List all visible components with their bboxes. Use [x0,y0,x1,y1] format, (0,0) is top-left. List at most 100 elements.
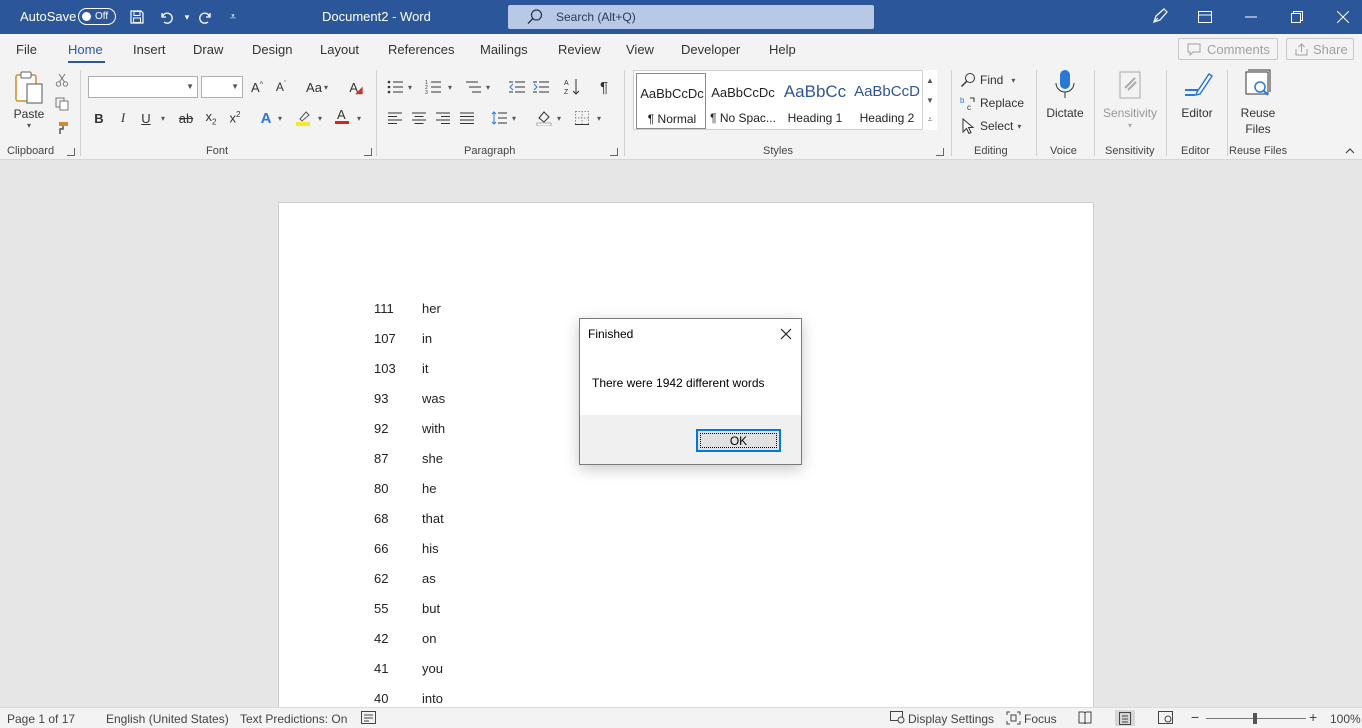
undo-dropdown-icon[interactable]: ▾ [177,7,197,27]
show-formatting-icon[interactable]: ¶ [594,77,614,97]
multilevel-list-icon[interactable] [463,77,483,97]
style-heading-2[interactable]: AaBbCcD Heading 2 [852,73,922,129]
comments-button[interactable]: Comments [1178,38,1278,60]
font-color-dropdown-icon[interactable]: ▾ [352,108,364,128]
shading-dropdown-icon[interactable]: ▾ [552,108,564,128]
shading-icon[interactable] [534,108,554,128]
subscript-icon[interactable]: x2 [201,108,221,128]
borders-icon[interactable] [572,108,592,128]
focus-label[interactable]: Focus [1024,712,1057,726]
undo-icon[interactable] [156,7,176,27]
paste-button[interactable]: Paste ▾ [11,70,47,130]
zoom-slider-thumb[interactable] [1253,713,1257,724]
bold-icon[interactable]: B [89,108,109,128]
font-size-combo[interactable]: ▼ [201,76,243,98]
customize-qat-icon[interactable]: ⩡ [223,7,243,27]
dictate-button[interactable]: Dictate [1042,68,1088,121]
style-normal[interactable]: AaBbCcDc ¶ Normal [636,73,706,129]
scroll-up-icon[interactable]: ▲ [923,70,937,90]
decrease-indent-icon[interactable] [507,77,527,97]
style-no-spacing[interactable]: AaBbCcDc ¶ No Spac... [708,73,778,129]
autosave-toggle[interactable]: Off [78,8,116,25]
print-layout-icon[interactable] [1115,710,1135,726]
tab-insert[interactable]: Insert [133,42,166,57]
tab-file[interactable]: File [16,42,37,57]
page-count[interactable]: Page 1 of 17 [7,712,75,726]
grow-font-icon[interactable]: A^ [248,77,266,97]
focus-icon[interactable] [1006,711,1021,728]
restore-button[interactable] [1274,0,1320,34]
font-launcher-icon[interactable] [364,148,372,156]
line-spacing-icon[interactable] [489,108,509,128]
tab-layout[interactable]: Layout [320,42,359,57]
search-input[interactable]: Search (Alt+Q) [508,5,874,29]
numbering-dropdown-icon[interactable]: ▾ [443,77,455,97]
text-effects-dropdown-icon[interactable]: ▾ [273,108,285,128]
read-mode-icon[interactable] [1078,711,1092,727]
font-color-icon[interactable]: A [332,106,352,126]
share-button[interactable]: Share [1286,38,1354,60]
accessibility-icon[interactable] [361,711,376,727]
italic-icon[interactable]: I [113,108,133,128]
ok-button[interactable]: OK [696,429,781,452]
superscript-icon[interactable]: x2 [225,108,245,128]
underline-icon[interactable]: U [136,108,156,128]
copy-icon[interactable] [52,94,72,114]
bullets-dropdown-icon[interactable]: ▾ [403,77,415,97]
format-painter-icon[interactable] [52,118,72,138]
underline-dropdown-icon[interactable]: ▾ [156,108,168,128]
numbering-icon[interactable]: 123 [423,77,443,97]
tab-references[interactable]: References [388,42,454,57]
styles-launcher-icon[interactable] [936,148,944,156]
highlight-icon[interactable] [293,108,313,128]
multilevel-dropdown-icon[interactable]: ▾ [481,77,493,97]
web-layout-icon[interactable] [1158,711,1173,727]
zoom-in-icon[interactable]: + [1309,709,1317,725]
tab-help[interactable]: Help [769,42,796,57]
tab-review[interactable]: Review [558,42,601,57]
font-name-combo[interactable]: ▼ [88,76,198,98]
borders-dropdown-icon[interactable]: ▾ [592,108,604,128]
align-center-icon[interactable] [409,108,429,128]
strikethrough-icon[interactable]: ab [176,108,196,128]
justify-icon[interactable] [457,108,477,128]
scroll-down-icon[interactable]: ▼ [923,90,937,110]
change-case-button[interactable]: Aa ▾ [302,77,332,97]
shrink-font-icon[interactable]: Aˇ [272,77,290,97]
tab-developer[interactable]: Developer [681,42,740,57]
cut-icon[interactable] [52,70,72,90]
language-indicator[interactable]: English (United States) [106,712,229,726]
display-settings-icon[interactable] [890,711,905,727]
close-window-button[interactable] [1320,0,1362,34]
highlight-dropdown-icon[interactable]: ▾ [313,108,325,128]
tab-draw[interactable]: Draw [193,42,223,57]
style-heading-1[interactable]: AaBbCc Heading 1 [780,73,850,129]
reuse-files-button[interactable]: Reuse Files [1232,68,1284,137]
increase-indent-icon[interactable] [531,77,551,97]
zoom-out-icon[interactable]: − [1191,709,1199,725]
tab-design[interactable]: Design [252,42,292,57]
tab-view[interactable]: View [626,42,654,57]
ribbon-display-icon[interactable] [1195,7,1215,27]
redo-icon[interactable] [196,7,216,27]
tab-mailings[interactable]: Mailings [480,42,528,57]
gallery-more-icon[interactable]: ⩡ [923,110,937,130]
clear-formatting-icon[interactable]: A ◢ [346,77,366,97]
clipboard-launcher-icon[interactable] [67,148,75,156]
bullets-icon[interactable] [385,77,405,97]
zoom-level[interactable]: 100% [1330,712,1361,726]
sensitivity-button[interactable]: Sensitivity ▾ [1100,68,1160,130]
minimize-button[interactable] [1228,0,1274,34]
align-left-icon[interactable] [385,108,405,128]
save-icon[interactable] [127,7,147,27]
tab-home[interactable]: Home [68,42,103,57]
editor-button[interactable]: Editor [1174,68,1220,121]
dialog-close-icon[interactable] [776,325,796,343]
find-button[interactable]: Find ▾ [960,70,1015,90]
designer-pen-icon[interactable] [1150,6,1170,26]
paragraph-launcher-icon[interactable] [610,148,618,156]
display-settings-label[interactable]: Display Settings [908,712,994,726]
line-spacing-dropdown-icon[interactable]: ▾ [507,108,519,128]
select-button[interactable]: Select ▾ [960,116,1021,136]
align-right-icon[interactable] [433,108,453,128]
